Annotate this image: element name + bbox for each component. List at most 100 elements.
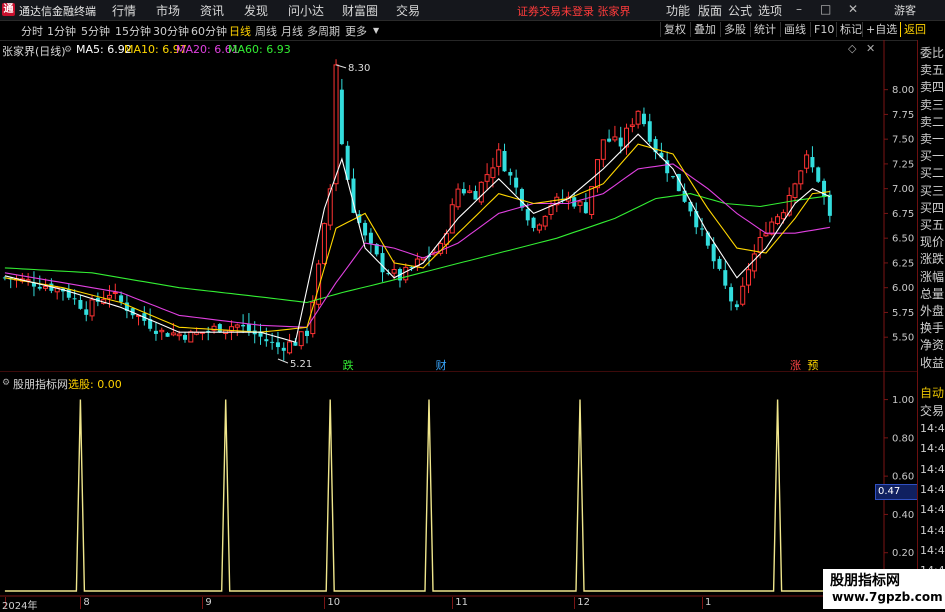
period-15min[interactable]: 15分钟	[115, 23, 151, 39]
x-tick-label: 8	[83, 597, 90, 608]
candle-body	[298, 331, 304, 347]
chevron-down-icon[interactable]: ▼	[373, 26, 379, 35]
candle-body	[159, 329, 165, 333]
x-tick-label: 11	[455, 597, 468, 608]
period-weekly[interactable]: 周线	[255, 23, 277, 39]
login-notice: 证券交易未登录 张家界	[517, 5, 631, 18]
tool-multistock[interactable]: 多股	[720, 22, 749, 37]
menu-options[interactable]: 选项	[758, 2, 782, 19]
y-tick-label: 0.80	[892, 433, 914, 444]
x-tick-label: 2024年	[2, 601, 38, 612]
candle-body	[757, 236, 763, 253]
period-30min[interactable]: 30分钟	[153, 23, 189, 39]
candle-body	[490, 167, 496, 179]
indicator-line	[4, 399, 830, 592]
side-label: 净资	[920, 338, 945, 353]
candle-body	[798, 170, 804, 185]
candle-body	[769, 221, 775, 235]
menu-news[interactable]: 资讯	[200, 2, 224, 19]
menu-wealth[interactable]: 财富圈	[342, 2, 378, 19]
candle-body	[153, 330, 158, 334]
x-tick-label: 1	[705, 597, 712, 608]
period-intraday[interactable]: 分时	[21, 23, 43, 39]
period-60min[interactable]: 60分钟	[191, 23, 227, 39]
tool-stats[interactable]: 统计	[750, 22, 779, 37]
watermark-title: 股朋指标网	[830, 573, 900, 589]
menu-market[interactable]: 市场	[156, 2, 180, 19]
x-tick-mark	[324, 597, 326, 609]
y-tick-label: 6.75	[892, 209, 914, 220]
menu-trade[interactable]: 交易	[396, 2, 420, 19]
indicator-name: 股朋指标网	[13, 378, 68, 391]
candle-body	[484, 174, 490, 182]
candle-body	[333, 64, 339, 185]
candle-body	[583, 202, 588, 214]
side-time: 14:49	[920, 422, 945, 435]
candle-body	[473, 191, 478, 200]
tool-mark[interactable]: 标记	[836, 22, 865, 37]
candle-body	[321, 223, 327, 265]
event-tag-rise[interactable]: 涨	[790, 359, 801, 372]
event-tag-forecast[interactable]: 预	[807, 359, 818, 372]
candle-body	[449, 204, 455, 234]
candle-body	[89, 299, 95, 317]
low-price-marker: 5.21	[290, 359, 312, 370]
minimize-icon[interactable]: –	[796, 2, 802, 16]
tool-add-watchlist[interactable]: +自选	[862, 22, 900, 37]
candle-body	[600, 139, 606, 160]
candle-body	[380, 253, 385, 273]
high-price-marker: 8.30	[348, 63, 370, 74]
menu-function[interactable]: 功能	[666, 2, 690, 19]
x-tick-label: 12	[577, 597, 590, 608]
candle-body	[635, 110, 641, 125]
period-monthly[interactable]: 月线	[281, 23, 303, 39]
candle-body	[234, 324, 240, 328]
candle-body	[629, 124, 635, 127]
candle-body	[363, 222, 368, 236]
menu-quotes[interactable]: 行情	[112, 2, 136, 19]
candle-body	[246, 323, 251, 332]
candle-body	[827, 194, 832, 216]
candle-body	[618, 137, 623, 147]
side-trade-label[interactable]: 交易	[920, 402, 944, 419]
close-icon[interactable]: ✕	[848, 2, 858, 16]
candle-body	[281, 347, 286, 351]
period-multi[interactable]: 多周期	[307, 23, 340, 39]
menu-bar	[0, 0, 945, 21]
tool-adjust[interactable]: 复权	[660, 22, 689, 37]
tool-draw[interactable]: 画线	[780, 22, 809, 37]
tool-f10[interactable]: F10	[810, 22, 837, 37]
maximize-icon[interactable]: □	[820, 2, 831, 16]
candle-body	[368, 232, 373, 244]
tool-back[interactable]: 返回	[900, 22, 929, 37]
side-label: 委比	[920, 46, 945, 60]
candle-body	[734, 304, 739, 308]
menu-layout[interactable]: 版面	[698, 2, 722, 19]
menu-formula[interactable]: 公式	[728, 2, 752, 19]
menu-ask[interactable]: 问小达	[288, 2, 324, 19]
event-tag-finance[interactable]: 财	[436, 358, 447, 372]
candle-body	[496, 149, 502, 167]
menu-discover[interactable]: 发现	[244, 2, 268, 19]
candle-body	[700, 228, 705, 230]
candle-body	[531, 217, 536, 228]
crosshair-value-box: 0.47	[875, 484, 919, 500]
period-1min[interactable]: 1分钟	[47, 23, 76, 39]
side-time: 14:49	[920, 442, 945, 456]
side-auto-label[interactable]: 自动	[920, 384, 944, 401]
indicator-chart[interactable]: 1.00 0.80 0.60 0.40 0.20	[0, 372, 917, 597]
candlestick-chart[interactable]: 8.00 7.75 7.50 7.25 7.00 6.75 6.50 6.25 6.00 5.75…	[0, 40, 917, 372]
event-tag-drop[interactable]: 跌	[343, 358, 354, 372]
period-5min[interactable]: 5分钟	[81, 23, 110, 39]
period-daily[interactable]: 日线	[229, 23, 251, 39]
tool-overlay[interactable]: 叠加	[690, 22, 719, 37]
x-tick-mark	[80, 597, 82, 609]
candle-body	[84, 309, 89, 315]
side-label: 卖五	[920, 63, 945, 78]
candle-body	[508, 172, 513, 176]
candle-body	[751, 253, 757, 272]
settings-gear-icon[interactable]: ⚙	[2, 378, 10, 388]
y-tick-label: 5.50	[892, 333, 914, 344]
period-more[interactable]: 更多	[345, 23, 367, 39]
user-label[interactable]: 游客	[894, 2, 916, 18]
